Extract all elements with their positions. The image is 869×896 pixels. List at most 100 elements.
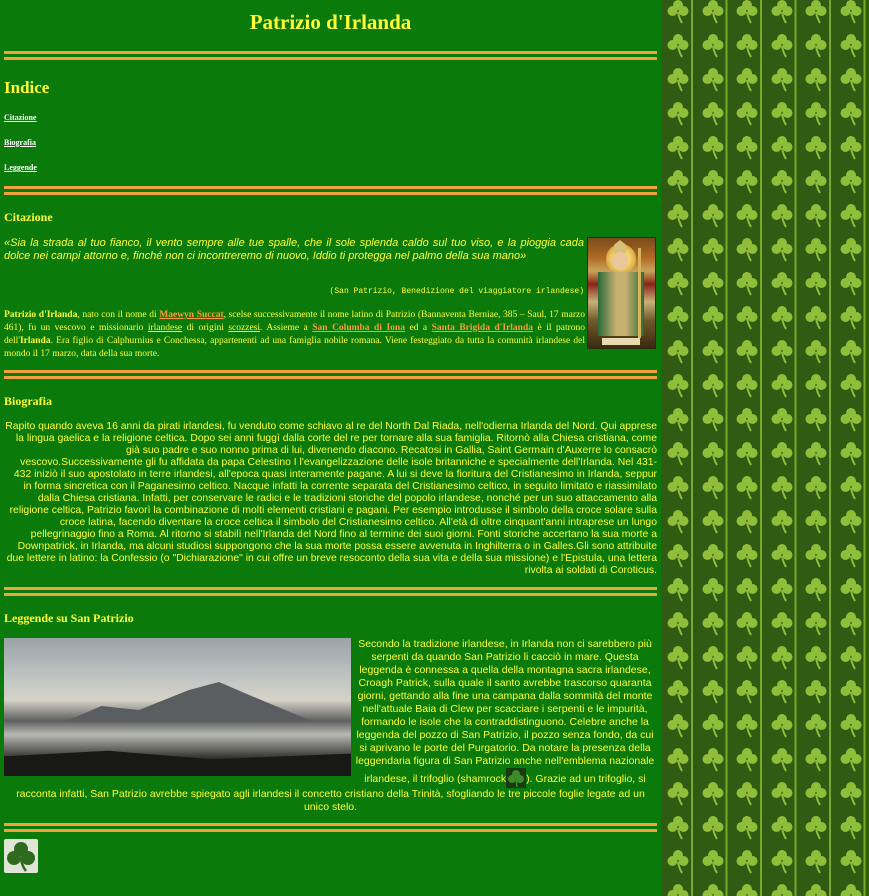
shamrock-tile-icon	[702, 476, 723, 500]
shamrock-tile-icon	[736, 578, 758, 602]
name-plate-shape	[602, 338, 640, 345]
shamrock-tile-icon	[667, 816, 689, 840]
shamrock-tile-icon	[840, 646, 861, 670]
staff-shape	[638, 248, 641, 338]
shamrock-tile-icon	[771, 544, 792, 568]
shamrock-tile-icon	[736, 510, 758, 534]
shamrock-tile-icon	[702, 680, 723, 704]
shamrock-tile-icon	[667, 170, 689, 194]
shamrock-tile-icon	[771, 680, 792, 704]
shamrock-tile-icon	[736, 102, 758, 126]
shamrock-tile-icon	[702, 170, 723, 194]
shamrock-tile-icon	[771, 578, 792, 602]
shamrock-tile-icon	[736, 680, 758, 704]
shamrock-tile-icon	[736, 68, 758, 92]
biografia-heading: Biografia	[4, 394, 52, 408]
shamrock-tile-icon	[771, 408, 792, 432]
shamrock-tile-icon	[805, 102, 827, 126]
shamrock-tile-icon	[702, 340, 723, 364]
shamrock-tile-icon	[771, 442, 792, 466]
shamrock-tile-icon	[840, 170, 861, 194]
shamrock-tile-icon	[771, 238, 792, 262]
shamrock-tile-icon	[736, 34, 758, 58]
citazione-intro: Patrizio d'Irlanda, nato con il nome di …	[4, 309, 585, 361]
link-san-columba[interactable]: San Columba di Iona	[312, 323, 405, 333]
shamrock-tile-icon	[840, 476, 861, 500]
link-scozzesi[interactable]: scozzesi	[228, 323, 260, 333]
shamrock-tile-icon	[805, 408, 827, 432]
link-maewyn-succat[interactable]: Maewyn Succat	[159, 310, 223, 320]
shamrock-tile-icon	[702, 748, 723, 772]
shamrock-tile-icon	[702, 578, 723, 602]
index-link-citazione[interactable]: Citazione	[4, 113, 36, 122]
page-title: Patrizio d'Irlanda	[249, 10, 412, 34]
shamrock-tile-icon	[736, 340, 758, 364]
shamrock-tile-icon	[840, 510, 861, 534]
shamrock-tile-icon	[667, 204, 689, 228]
shamrock-tile-icon	[805, 884, 827, 896]
leggende-text: Secondo la tradizione irlandese, in Irla…	[4, 638, 657, 814]
shamrock-tile-icon	[771, 170, 792, 194]
shamrock-tile-icon	[805, 34, 827, 58]
citazione-quote: «Sia la strada al tuo fianco, il vento s…	[4, 237, 584, 262]
shamrock-tile-icon	[840, 748, 861, 772]
shamrock-tile-icon	[702, 714, 723, 738]
shamrock-tile-icon	[840, 442, 861, 466]
shamrock-tile-icon	[805, 680, 827, 704]
shamrock-tile-icon	[771, 306, 792, 330]
shamrock-tile-icon	[702, 850, 723, 874]
shamrock-tile-icon	[805, 306, 827, 330]
shamrock-tile-icon	[702, 884, 723, 896]
shamrock-tile-icon	[667, 34, 689, 58]
intro-text: . Assieme a	[260, 323, 313, 333]
shamrock-tile-icon	[840, 374, 861, 398]
shamrock-tile-icon	[736, 408, 758, 432]
index-link-biografia[interactable]: Biografia	[4, 138, 36, 147]
shamrock-icon	[506, 768, 527, 788]
shamrock-tile-icon	[771, 884, 792, 896]
shamrock-tile-icon	[736, 782, 758, 806]
face-shape	[612, 252, 628, 270]
shamrock-tile-icon	[736, 306, 758, 330]
shamrock-tile-icon	[667, 714, 689, 738]
shamrock-tile-icon	[840, 578, 861, 602]
shamrock-tile-icon	[736, 238, 758, 262]
shamrock-tile-icon	[840, 68, 861, 92]
shamrock-tile-icon	[702, 612, 723, 636]
shamrock-tile-icon	[702, 68, 723, 92]
divider	[4, 370, 657, 379]
shamrock-tile-icon	[736, 884, 758, 896]
shamrock-tile-icon	[736, 850, 758, 874]
shamrock-tile-icon	[667, 850, 689, 874]
shamrock-tile-icon	[771, 850, 792, 874]
leggende-text-part: Secondo la tradizione irlandese, in Irla…	[355, 638, 655, 785]
shamrock-tile-icon	[840, 714, 861, 738]
shamrock-tile-icon	[736, 0, 758, 24]
biografia-text: Rapito quando aveva 16 anni da pirati ir…	[5, 421, 657, 576]
shamrock-tile-icon	[736, 204, 758, 228]
shamrock-tile-icon	[667, 544, 689, 568]
shamrock-tile-icon	[667, 68, 689, 92]
intro-text: ed a	[404, 323, 432, 333]
shamrock-tile-icon	[805, 238, 827, 262]
shamrock-tile-icon	[736, 170, 758, 194]
shamrock-tile-icon	[771, 0, 792, 24]
shamrock-tile-icon	[840, 612, 861, 636]
shamrock-tile-icon	[736, 272, 758, 296]
shamrock-tile-icon	[840, 102, 861, 126]
shamrock-tile-icon	[702, 0, 723, 24]
shamrock-tile-icon	[805, 714, 827, 738]
shamrock-tile-icon	[805, 374, 827, 398]
link-santa-brigida[interactable]: Santa Brigida d'Irlanda	[432, 323, 533, 333]
index-link-leggende[interactable]: Leggende	[4, 163, 37, 172]
shamrock-tile-icon	[736, 544, 758, 568]
shamrock-tile-icon	[736, 646, 758, 670]
shamrock-pattern-sidebar	[661, 0, 869, 896]
saint-patrick-stained-glass-image	[587, 237, 656, 349]
shamrock-tile-icon	[840, 782, 861, 806]
shamrock-tile-icon	[771, 816, 792, 840]
citazione-heading: Citazione	[4, 210, 53, 224]
link-irlandese[interactable]: irlandese	[148, 323, 182, 333]
shamrock-tile-icon	[667, 272, 689, 296]
shamrock-tile-icon	[805, 136, 827, 160]
